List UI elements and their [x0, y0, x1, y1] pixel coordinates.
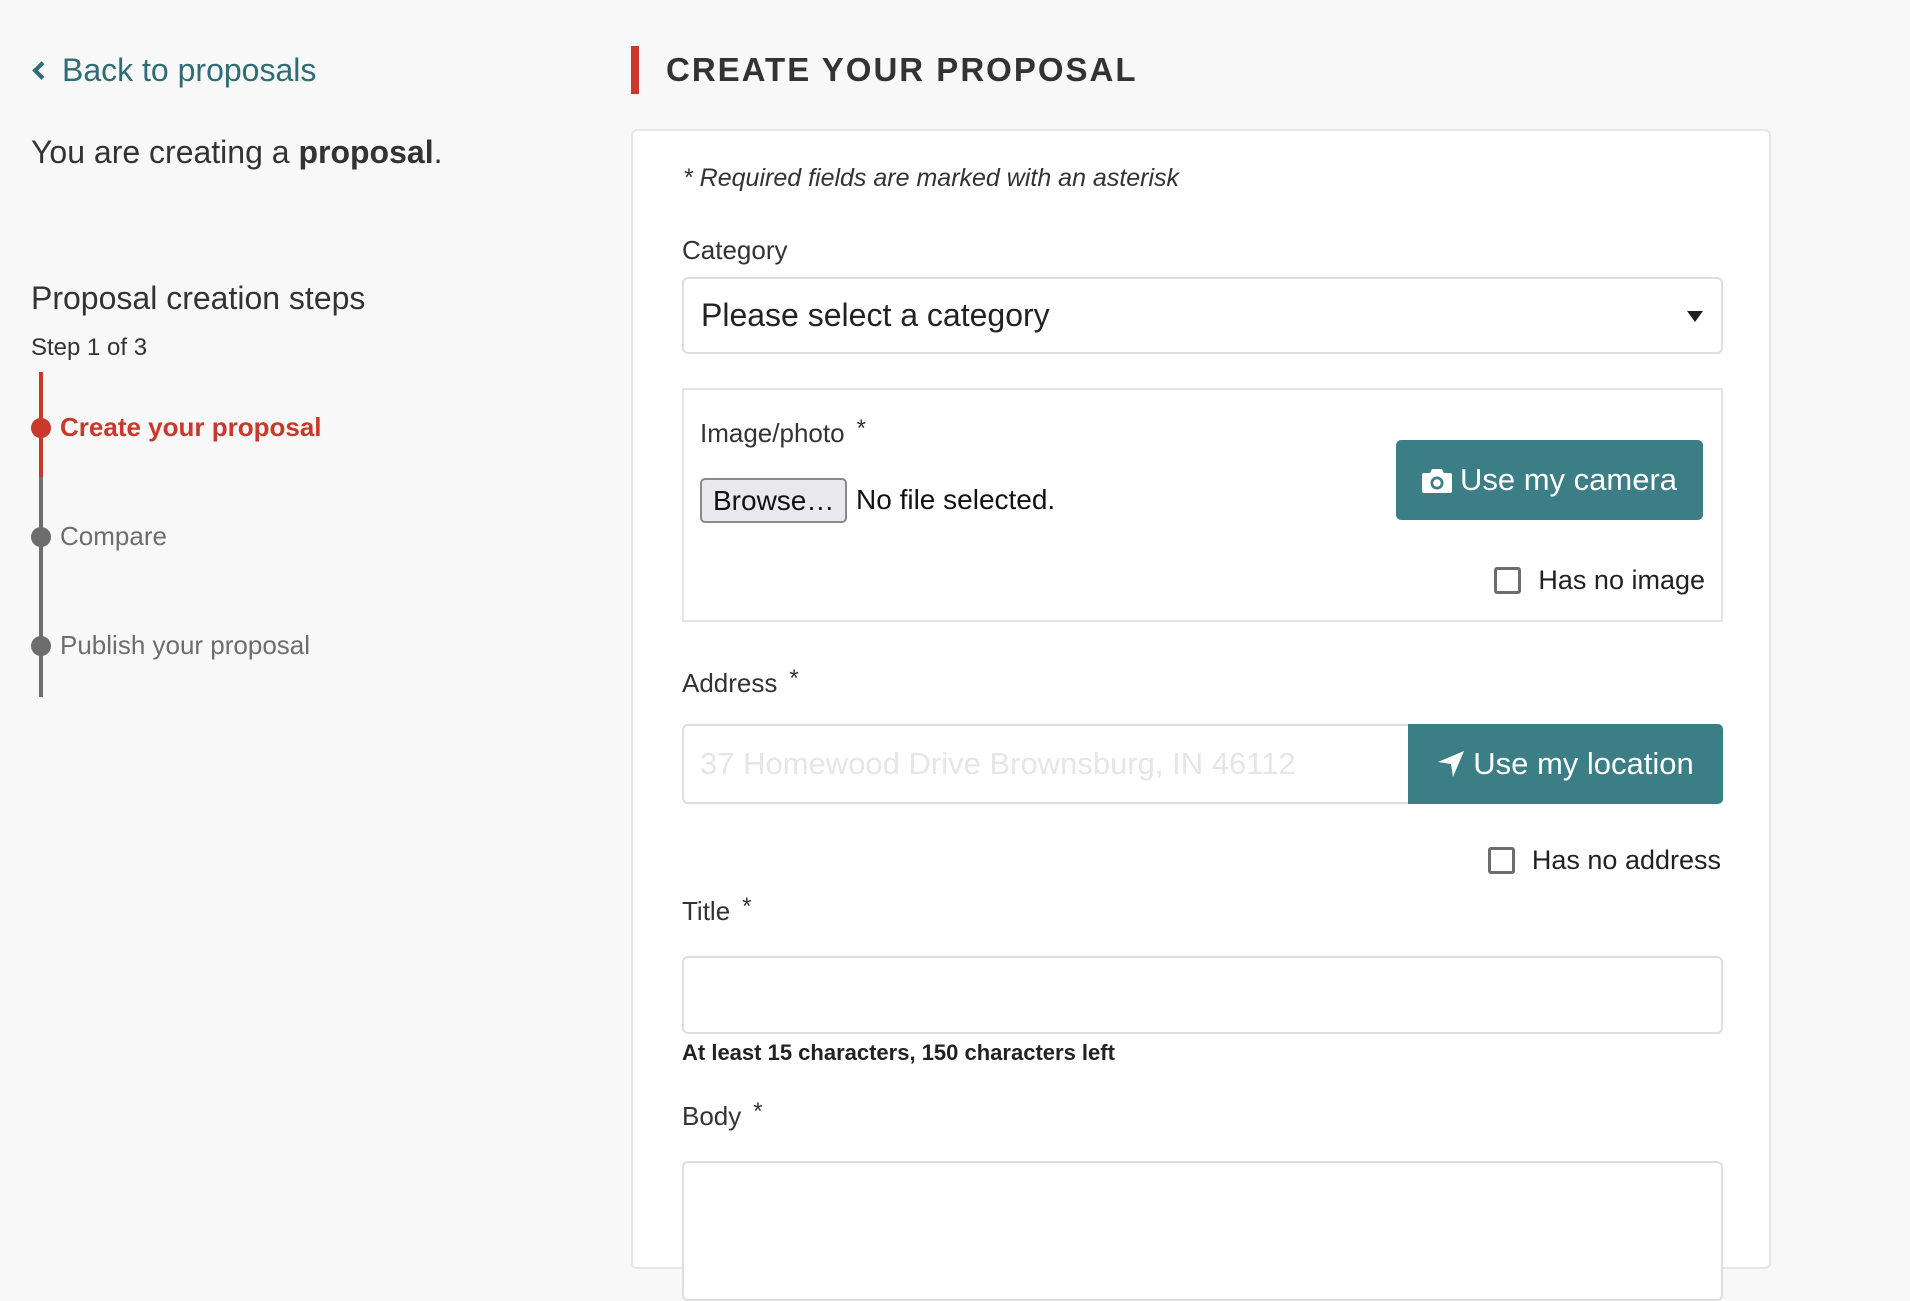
title-label: Title *	[682, 893, 752, 927]
body-label: Body *	[682, 1098, 763, 1132]
location-arrow-icon	[1438, 751, 1465, 777]
has-no-address-label: Has no address	[1531, 845, 1721, 875]
creating-type: proposal	[298, 134, 434, 170]
category-select[interactable]: Please select a category	[682, 277, 1723, 354]
use-camera-button[interactable]: Use my camera	[1396, 440, 1703, 520]
chevron-left-icon	[32, 61, 51, 80]
step-dot-icon	[31, 417, 51, 438]
step-dot-icon	[31, 526, 51, 547]
required-asterisk: *	[753, 1098, 763, 1125]
address-label-text: Address	[682, 668, 778, 698]
step-create-your-proposal: Create your proposal	[31, 412, 322, 443]
camera-icon	[1421, 469, 1452, 493]
body-label-text: Body	[682, 1101, 742, 1131]
step-label: Create your proposal	[60, 412, 322, 442]
checkbox-box[interactable]	[1494, 567, 1522, 594]
creating-prefix: You are creating a	[31, 134, 299, 170]
steps-heading: Proposal creation steps	[31, 280, 366, 316]
step-count: Step 1 of 3	[31, 334, 148, 361]
title-help-text: At least 15 characters, 150 characters l…	[682, 1040, 1115, 1065]
creating-status-text: You are creating a proposal.	[31, 134, 442, 171]
has-no-image-checkbox[interactable]: Has no image	[1494, 565, 1705, 596]
checkbox-box[interactable]	[1487, 847, 1515, 874]
proposal-form: * Required fields are marked with an ast…	[631, 129, 1771, 1301]
address-label: Address *	[682, 665, 799, 699]
title-accent-bar	[631, 46, 639, 94]
step-compare: Compare	[31, 521, 167, 552]
browse-file-button[interactable]: Browse…	[700, 478, 848, 523]
file-status-text: No file selected.	[856, 484, 1056, 515]
required-asterisk: *	[856, 415, 866, 442]
category-label: Category	[682, 235, 788, 266]
required-asterisk: *	[742, 893, 752, 920]
required-asterisk: *	[789, 665, 799, 692]
image-label: Image/photo *	[700, 415, 866, 449]
has-no-address-checkbox[interactable]: Has no address	[1487, 845, 1721, 876]
title-label-text: Title	[682, 896, 731, 926]
step-dot-icon	[31, 635, 51, 656]
body-textarea[interactable]	[682, 1161, 1723, 1301]
required-fields-note: * Required fields are marked with an ast…	[683, 164, 1180, 192]
address-input[interactable]	[682, 724, 1409, 804]
step-label: Compare	[60, 521, 167, 551]
use-location-label: Use my location	[1473, 746, 1694, 781]
use-camera-label: Use my camera	[1459, 462, 1678, 497]
category-selected-value: Please select a category	[701, 297, 1050, 333]
step-publish-your-proposal: Publish your proposal	[31, 630, 310, 661]
creating-suffix: .	[433, 134, 443, 170]
use-location-button[interactable]: Use my location	[1408, 724, 1723, 804]
image-label-text: Image/photo	[700, 418, 845, 448]
page-header: CREATE YOUR PROPOSAL	[631, 46, 1138, 94]
back-link-label: Back to proposals	[62, 52, 317, 88]
has-no-image-label: Has no image	[1538, 565, 1705, 595]
category-label-text: Category	[682, 235, 788, 265]
page-title: CREATE YOUR PROPOSAL	[666, 51, 1138, 88]
back-to-proposals-link[interactable]: Back to proposals	[31, 52, 316, 89]
title-input[interactable]	[682, 956, 1723, 1034]
image-upload-section: Image/photo * Browse… No file selected. U…	[682, 388, 1723, 622]
step-label: Publish your proposal	[60, 630, 311, 660]
caret-down-icon	[1687, 311, 1703, 322]
